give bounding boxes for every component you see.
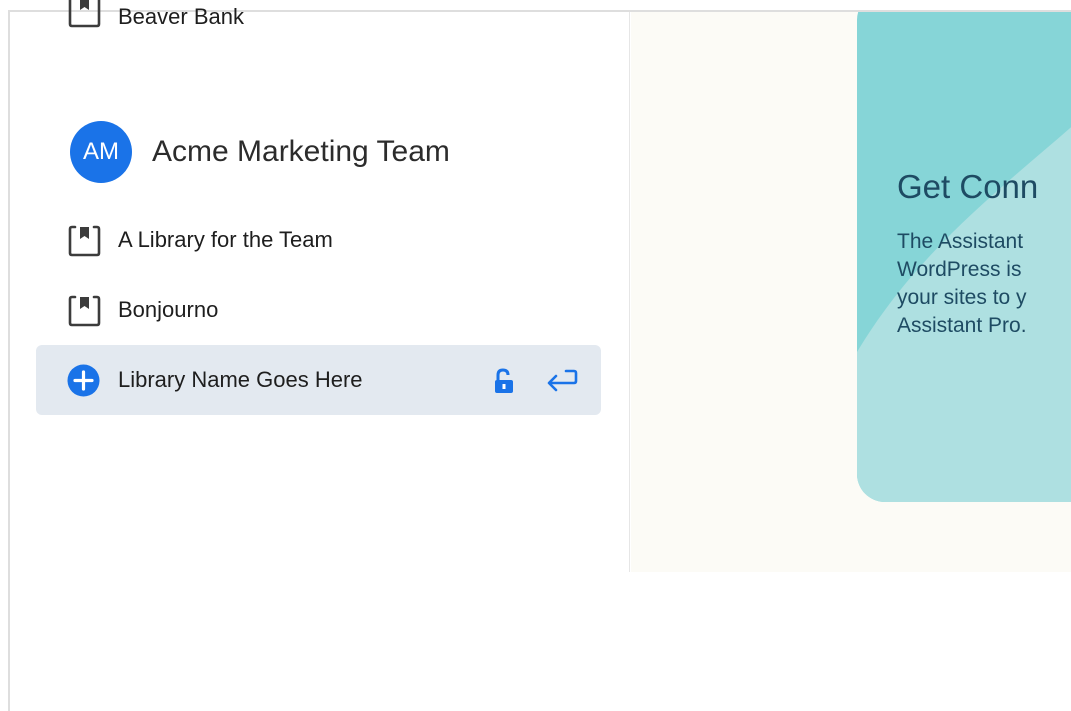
sidebar: Beaver Bank AM Acme Marketing Team A Lib… [10,0,630,572]
library-item-a-library-for-the-team[interactable]: A Library for the Team [36,204,601,274]
new-library-name[interactable]: Library Name Goes Here [118,367,363,393]
library-item-label: Bonjourno [118,297,219,322]
book-icon [68,0,101,28]
new-library-row[interactable]: Library Name Goes Here [36,345,601,415]
avatar: AM [70,121,132,183]
unlock-icon[interactable] [491,367,517,395]
library-item-label: Beaver Bank [118,4,244,29]
book-icon [68,295,101,327]
library-item-beaver-bank[interactable]: Beaver Bank [36,0,601,40]
promo-body: The Assistant WordPress is your sites to… [897,230,1027,337]
library-item-label: A Library for the Team [118,227,333,252]
team-name: Acme Marketing Team [152,135,450,168]
library-item-bonjourno[interactable]: Bonjourno [36,274,601,344]
team-header[interactable]: AM Acme Marketing Team [70,121,450,183]
promo-card: Get Conn The Assistant WordPress is your… [857,12,1071,502]
main-panel: Get Conn The Assistant WordPress is your… [631,12,1071,572]
plus-circle-icon[interactable] [67,364,100,397]
enter-icon[interactable] [544,365,580,395]
book-icon [68,225,101,257]
promo-title: Get Conn [897,168,1039,205]
